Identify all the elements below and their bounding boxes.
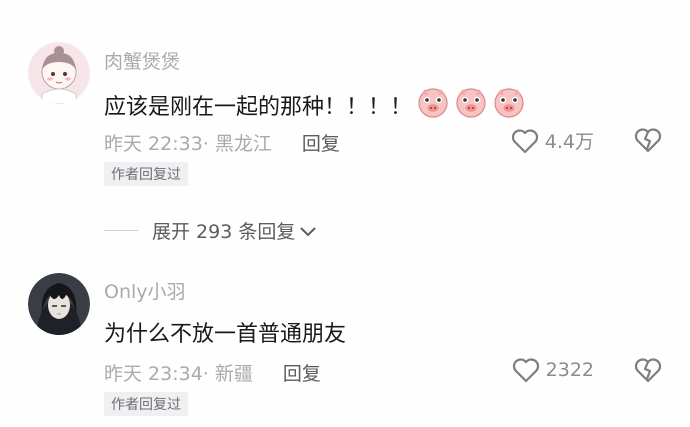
- reply-button[interactable]: 回复: [302, 129, 340, 156]
- comment-username[interactable]: 肉蟹煲煲: [104, 47, 180, 74]
- like-count: 4.4万: [544, 131, 594, 153]
- dislike-button[interactable]: [634, 357, 662, 387]
- comment-text-content: 应该是刚在一起的那种！！！！: [104, 95, 413, 120]
- dislike-button[interactable]: [634, 127, 662, 157]
- author-replied-badge: 作者回复过: [104, 162, 188, 186]
- dark-hair-anime-avatar-icon: [28, 273, 90, 335]
- comment-text: 应该是刚在一起的那种！！！！: [104, 86, 526, 124]
- comment-time: 昨天 22:33: [104, 133, 203, 155]
- author-replied-badge: 作者回复过: [104, 392, 188, 416]
- like-button[interactable]: 4.4万: [511, 127, 594, 154]
- expand-replies-button[interactable]: 展开 293 条回复: [104, 217, 317, 244]
- broken-heart-icon: [634, 128, 662, 153]
- heart-icon: [512, 358, 539, 383]
- like-button[interactable]: 2322: [512, 357, 594, 383]
- expand-replies-label: 展开 293 条回复: [152, 221, 296, 243]
- comment-time: 昨天 23:34: [104, 363, 203, 385]
- divider-line: [104, 230, 138, 231]
- pig-face-icon: [492, 86, 526, 124]
- comment-text-content: 为什么不放一首普通朋友: [104, 322, 347, 347]
- avatar[interactable]: [28, 42, 90, 104]
- comment-username[interactable]: Only小羽: [104, 277, 186, 304]
- anime-girl-avatar-icon: [28, 42, 90, 104]
- comment-meta: 昨天 23:34 · 新疆 回复: [104, 359, 321, 386]
- reply-button[interactable]: 回复: [283, 359, 321, 386]
- broken-heart-icon: [634, 358, 662, 383]
- comment-location: · 新疆: [202, 363, 253, 385]
- heart-icon: [511, 128, 538, 153]
- comment-text: 为什么不放一首普通朋友: [104, 316, 346, 348]
- pig-face-icon: [454, 86, 488, 124]
- like-count: 2322: [545, 359, 594, 381]
- avatar[interactable]: [28, 273, 90, 335]
- comment-meta: 昨天 22:33 · 黑龙江 回复: [104, 129, 340, 156]
- comment-location: · 黑龙江: [202, 133, 272, 155]
- chevron-down-icon: [300, 226, 317, 236]
- pig-face-icon: [416, 86, 450, 124]
